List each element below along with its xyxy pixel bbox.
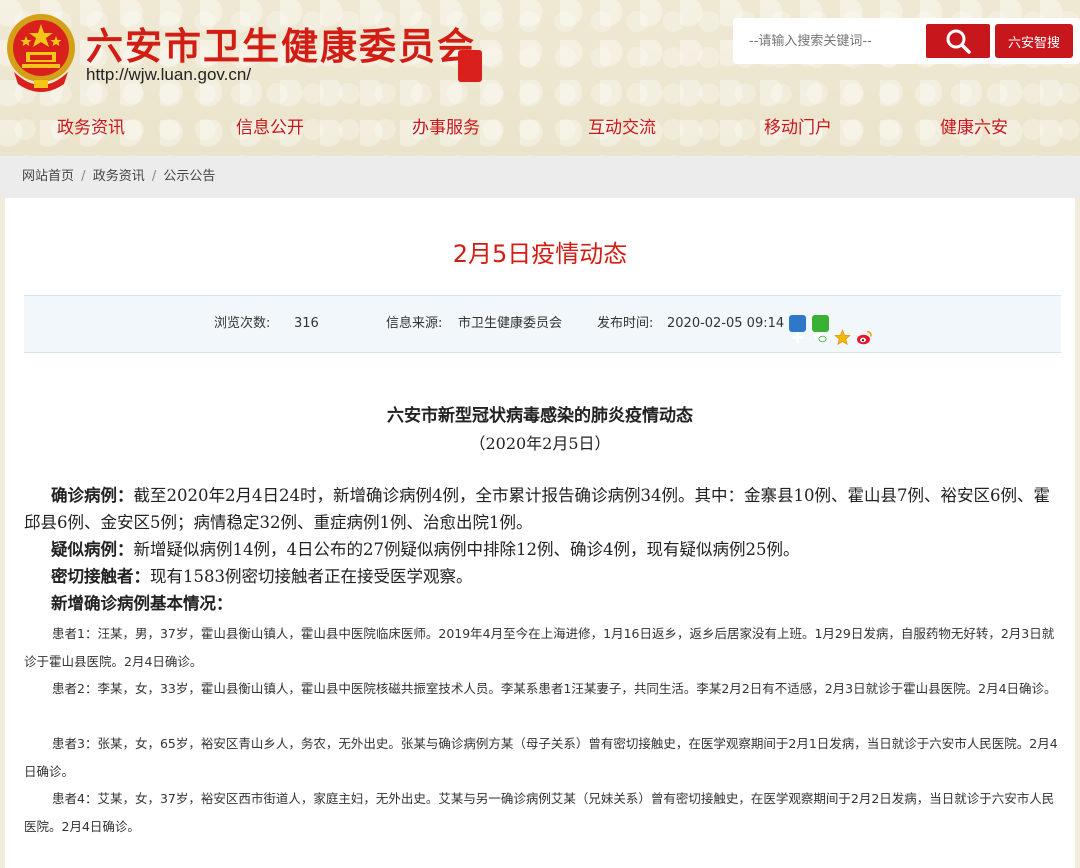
contacts-text: 现有1583例密切接触者正在接受医学观察。 [150,567,473,586]
contacts-label: 密切接触者： [51,567,150,586]
qzone-star-icon[interactable] [834,315,851,346]
breadcrumb-separator: / [151,169,157,184]
article-title: 2月5日疫情动态 [452,240,628,268]
patient-text: 患者2：李某，女，33岁，霍山县衡山镇人，霍山县中医院核磁共振室技术人员。李某系… [52,681,1057,696]
source-value: 市卫生健康委员会 [458,316,563,331]
breadcrumb-separator: / [81,169,86,184]
main-nav: 政务资讯 信息公开 办事服务 互动交流 移动门户 健康六安 [0,108,1080,148]
national-emblem-icon [7,14,75,92]
doc-heading: 六安市新型冠状病毒感染的肺炎疫情动态 [387,406,693,426]
views-label: 浏览次数: [214,316,271,331]
contacts-paragraph: 密切接触者：现有1583例密切接触者正在接受医学观察。 [24,563,1064,590]
site-url[interactable]: http://wjw.luan.gov.cn/ [86,65,251,85]
suspected-text: 新增疑似病例14例，4日公布的27例疑似病例中排除12例、确诊4例，现有疑似病例… [133,540,800,559]
source-label: 信息来源: [386,316,443,331]
site-header: 六安市卫生健康委员会 http://wjw.luan.gov.cn/ 六安智搜 … [0,0,1080,156]
nav-item-services[interactable]: 办事服务 [358,108,534,148]
time-value: 2020-02-05 09:14 [667,316,785,331]
breadcrumb: 网站首页 / 政务资讯 / 公示公告 [0,156,1080,198]
confirmed-text: 截至2020年2月4日24时，新增确诊病例4例，全市累计报告确诊病例34例。其中… [24,486,1050,532]
doc-date: （2020年2月5日） [469,434,611,453]
patient-1: 患者1：汪某，男，37岁，霍山县衡山镇人，霍山县中医院临床医师。2019年4月至… [24,620,1064,676]
site-title: 六安市卫生健康委员会 [86,24,476,68]
nav-item-mobile[interactable]: 移动门户 [710,108,886,148]
views-value: 316 [294,316,319,331]
article-meta: 浏览次数: 316 信息来源: 市卫生健康委员会 发布时间: 2020-02-0… [24,295,1061,353]
search-box: 六安智搜 [733,18,1080,64]
patient-text: 患者1：汪某，男，37岁，霍山县衡山镇人，霍山县中医院临床医师。2019年4月至… [24,626,1055,669]
article-panel: 2月5日疫情动态 浏览次数: 316 信息来源: 市卫生健康委员会 发布时间: … [5,198,1075,868]
search-button[interactable] [926,24,990,58]
weibo-icon[interactable] [856,315,873,345]
new-cases-paragraph: 新增确诊病例基本情况： [24,590,1064,617]
seal-stamp [458,50,482,82]
suspected-label: 疑似病例： [51,540,134,559]
new-cases-heading: 新增确诊病例基本情况： [51,594,233,613]
wechat-icon[interactable] [812,315,829,343]
breadcrumb-gov-news[interactable]: 政务资讯 [93,169,145,184]
nav-item-interaction[interactable]: 互动交流 [534,108,710,148]
patient-2: 患者2：李某，女，33岁，霍山县衡山镇人，霍山县中医院核磁共振室技术人员。李某系… [24,675,1064,703]
patient-text: 患者3：张某，女，65岁，裕安区青山乡人，务农，无外出史。张某与确诊病例方某（母… [24,736,1058,779]
nav-item-healthy-luan[interactable]: 健康六安 [886,108,1062,148]
time-label: 发布时间: [597,316,654,331]
patient-3: 患者3：张某，女，65岁，裕安区青山乡人，务农，无外出史。张某与确诊病例方某（母… [24,730,1064,786]
nav-item-gov-news[interactable]: 政务资讯 [0,108,182,148]
patient-text: 患者4：艾某，女，37岁，裕安区西市街道人，家庭主妇，无外出史。艾某与另一确诊病… [24,791,1055,834]
patient-4: 患者4：艾某，女，37岁，裕安区西市街道人，家庭主妇，无外出史。艾某与另一确诊病… [24,785,1064,841]
breadcrumb-home[interactable]: 网站首页 [22,169,74,184]
smart-search-button[interactable]: 六安智搜 [995,24,1073,58]
confirmed-label: 确诊病例： [51,486,134,505]
breadcrumb-notices[interactable]: 公示公告 [163,169,215,184]
share-plus-icon[interactable] [789,315,806,343]
confirmed-paragraph: 确诊病例：截至2020年2月4日24时，新增确诊病例4例，全市累计报告确诊病例3… [24,482,1064,536]
search-icon [946,29,971,54]
search-input[interactable] [741,24,929,58]
suspected-paragraph: 疑似病例：新增疑似病例14例，4日公布的27例疑似病例中排除12例、确诊4例，现… [24,536,1064,563]
nav-item-info-disclosure[interactable]: 信息公开 [182,108,358,148]
